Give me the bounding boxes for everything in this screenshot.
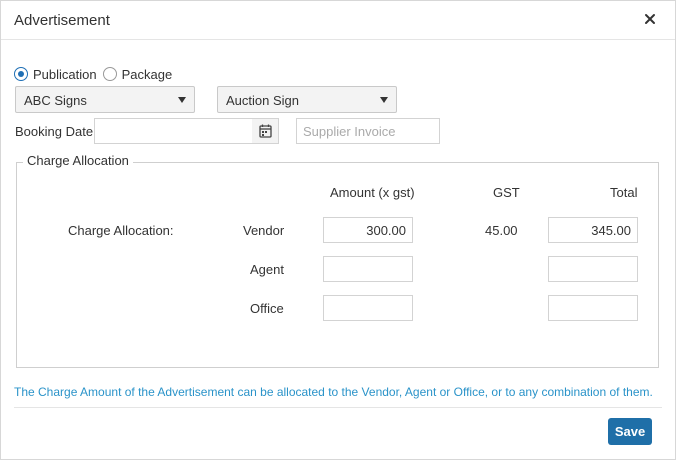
ad-type-radio-group: Publication Package xyxy=(14,65,178,83)
advertisement-dialog: Advertisement Publication Package ABC Si… xyxy=(0,0,676,460)
booking-date-input[interactable] xyxy=(94,118,253,144)
calendar-button[interactable] xyxy=(252,118,279,144)
amount-column-header: Amount (x gst) xyxy=(330,185,415,200)
office-total-input[interactable] xyxy=(548,295,638,321)
close-icon[interactable] xyxy=(642,11,658,27)
chevron-down-icon xyxy=(380,97,388,103)
supplier-invoice-input[interactable] xyxy=(296,118,440,144)
sign-type-select[interactable]: Auction Sign xyxy=(217,86,397,113)
publication-select-value: ABC Signs xyxy=(24,93,87,108)
agent-amount-input[interactable] xyxy=(323,256,413,282)
vendor-label: Vendor xyxy=(243,223,285,238)
sign-type-select-value: Auction Sign xyxy=(226,93,299,108)
charge-allocation-legend: Charge Allocation xyxy=(23,153,133,168)
vendor-amount-input[interactable] xyxy=(323,217,413,243)
booking-date-label: Booking Date xyxy=(15,124,94,139)
dialog-title: Advertisement xyxy=(14,12,110,29)
agent-total-input[interactable] xyxy=(548,256,638,282)
chevron-down-icon xyxy=(178,97,186,103)
package-radio-label: Package xyxy=(121,66,173,82)
save-button[interactable]: Save xyxy=(608,418,652,445)
allocation-info-text: The Charge Amount of the Advertisement c… xyxy=(14,385,653,399)
package-radio[interactable] xyxy=(102,67,117,81)
total-column-header: Total xyxy=(610,185,638,200)
agent-label: Agent xyxy=(250,262,284,277)
dialog-header: Advertisement xyxy=(1,1,675,40)
publication-radio-label: Publication xyxy=(33,66,97,82)
charge-allocation-row-label: Charge Allocation: xyxy=(68,223,174,238)
office-amount-input[interactable] xyxy=(323,295,413,321)
vendor-gst-value: 45.00 xyxy=(485,223,518,238)
vendor-total-input[interactable] xyxy=(548,217,638,243)
publication-select[interactable]: ABC Signs xyxy=(15,86,195,113)
office-label: Office xyxy=(250,301,284,316)
gst-column-header: GST xyxy=(493,185,520,200)
footer-divider xyxy=(14,407,662,408)
publication-radio[interactable] xyxy=(14,67,28,81)
calendar-icon xyxy=(259,124,272,138)
